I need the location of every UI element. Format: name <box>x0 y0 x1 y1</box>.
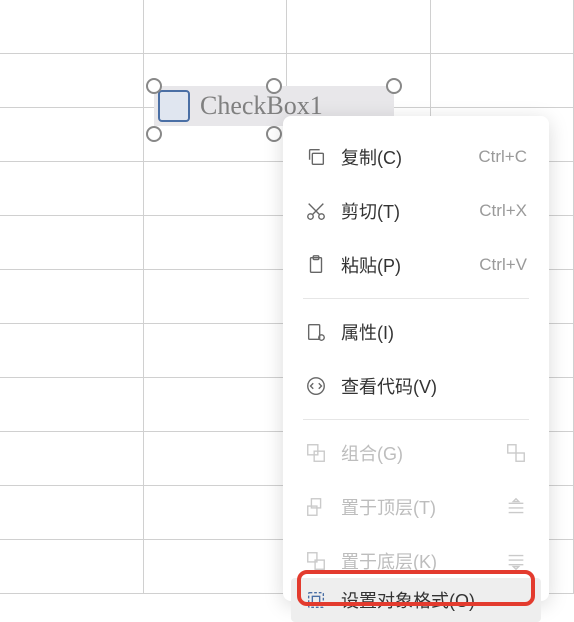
menu-item-copy[interactable]: 复制(C) Ctrl+C <box>283 130 549 184</box>
menu-label: 置于底层(K) <box>341 548 505 574</box>
checkbox-box[interactable] <box>158 90 190 122</box>
menu-shortcut: Ctrl+C <box>478 147 527 167</box>
menu-label: 剪切(T) <box>341 198 479 224</box>
menu-item-properties[interactable]: 属性(I) <box>283 305 549 359</box>
resize-handle-bottom-center[interactable] <box>266 126 282 142</box>
ungroup-icon <box>505 442 527 464</box>
resize-handle-top-left[interactable] <box>146 78 162 94</box>
menu-item-view-code[interactable]: 查看代码(V) <box>283 359 549 413</box>
send-back-icon <box>305 550 327 572</box>
copy-icon <box>305 146 327 168</box>
menu-label: 属性(I) <box>341 319 527 345</box>
menu-label: 查看代码(V) <box>341 373 527 399</box>
menu-item-cut[interactable]: 剪切(T) Ctrl+X <box>283 184 549 238</box>
menu-label: 设置对象格式(O) <box>341 587 527 613</box>
menu-item-format-object[interactable]: 设置对象格式(O) <box>283 578 549 622</box>
code-icon <box>305 375 327 397</box>
cut-icon <box>305 200 327 222</box>
paste-icon <box>305 254 327 276</box>
menu-label: 粘贴(P) <box>341 252 479 278</box>
layers-up-icon <box>505 496 527 518</box>
resize-handle-top-center[interactable] <box>266 78 282 94</box>
resize-handle-top-right[interactable] <box>386 78 402 94</box>
context-menu: 复制(C) Ctrl+C 剪切(T) Ctrl+X 粘贴(P) Ctrl+V 属… <box>283 116 549 601</box>
menu-label: 复制(C) <box>341 144 478 170</box>
menu-shortcut: Ctrl+X <box>479 201 527 221</box>
menu-item-group: 组合(G) <box>283 426 549 480</box>
group-icon <box>305 442 327 464</box>
layers-down-icon <box>505 550 527 572</box>
menu-label: 组合(G) <box>341 440 505 466</box>
menu-label: 置于顶层(T) <box>341 494 505 520</box>
menu-shortcut: Ctrl+V <box>479 255 527 275</box>
bring-front-icon <box>305 496 327 518</box>
format-icon <box>305 589 327 611</box>
properties-icon <box>305 321 327 343</box>
menu-separator <box>303 419 529 420</box>
resize-handle-bottom-left[interactable] <box>146 126 162 142</box>
menu-item-paste[interactable]: 粘贴(P) Ctrl+V <box>283 238 549 292</box>
menu-separator <box>303 298 529 299</box>
menu-item-bring-front: 置于顶层(T) <box>283 480 549 534</box>
